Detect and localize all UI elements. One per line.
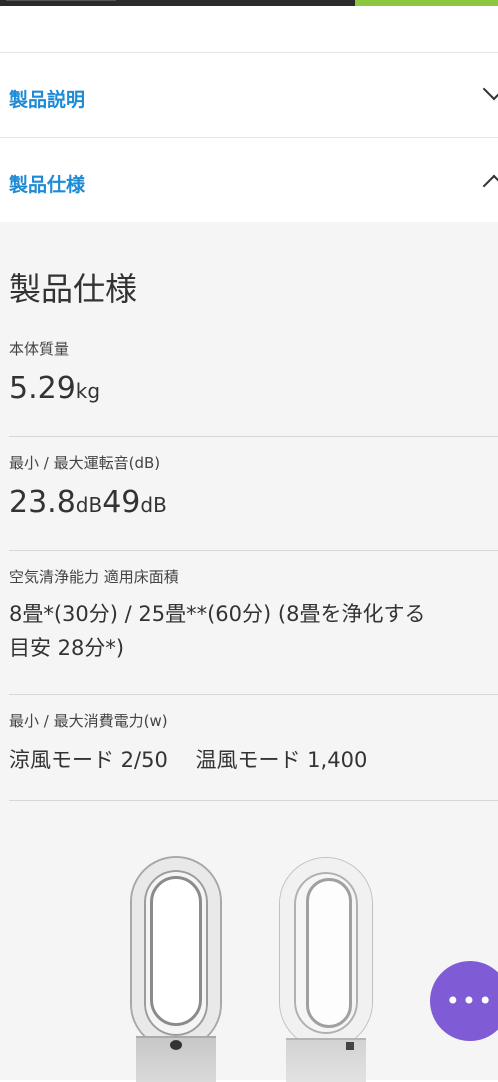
divider bbox=[9, 436, 498, 437]
top-bar bbox=[0, 0, 498, 6]
top-bar-text-fragment bbox=[6, 0, 116, 1]
purify-line-2: 目安 28分*) bbox=[9, 636, 125, 660]
accordion-product-specs[interactable]: 製品仕様 bbox=[0, 137, 498, 222]
weight-unit: kg bbox=[75, 379, 101, 403]
spec-panel: 製品仕様 本体質量 5.29kg 最小 / 最大運転音(dB) 23.8dB49… bbox=[0, 222, 498, 1082]
spec-label: 最小 / 最大消費電力(w) bbox=[9, 712, 168, 730]
spec-label: 最小 / 最大運転音(dB) bbox=[9, 454, 161, 472]
spec-purify: 空気清浄能力 適用床面積 8畳*(30分) / 25畳**(60分) (8畳を浄… bbox=[9, 566, 498, 665]
spec-power: 最小 / 最大消費電力(w) 涼風モード 2/50 温風モード 1,400 bbox=[9, 710, 498, 777]
weight-value: 5.29 bbox=[9, 371, 76, 406]
divider bbox=[9, 800, 498, 801]
spec-title: 製品仕様 bbox=[9, 270, 138, 308]
spec-label: 本体質量 bbox=[9, 340, 70, 358]
top-bar-accent bbox=[355, 0, 498, 6]
chevron-down-icon bbox=[482, 77, 498, 101]
spec-text: 涼風モード 2/50 温風モード 1,400 bbox=[9, 743, 498, 777]
noise-min: 23.8 bbox=[9, 485, 76, 520]
product-fan-side bbox=[280, 858, 372, 1082]
chevron-up-icon bbox=[482, 174, 498, 198]
spec-value: 23.8dB49dB bbox=[9, 485, 498, 520]
accordion-label: 製品説明 bbox=[9, 89, 86, 111]
noise-max-unit: dB bbox=[140, 493, 167, 517]
noise-min-unit: dB bbox=[75, 493, 103, 517]
divider bbox=[9, 550, 498, 551]
divider bbox=[9, 694, 498, 695]
product-fan-front bbox=[132, 858, 220, 1082]
spec-label: 空気清浄能力 適用床面積 bbox=[9, 568, 179, 586]
spec-noise: 最小 / 最大運転音(dB) 23.8dB49dB bbox=[9, 452, 498, 520]
spec-text: 8畳*(30分) / 25畳**(60分) (8畳を浄化する 目安 28分*) bbox=[9, 597, 498, 665]
product-image bbox=[130, 858, 380, 1082]
power-value: 涼風モード 2/50 温風モード 1,400 bbox=[9, 748, 368, 772]
spec-value: 5.29kg bbox=[9, 371, 498, 406]
noise-max: 49 bbox=[102, 485, 141, 520]
spec-weight: 本体質量 5.29kg bbox=[9, 338, 498, 406]
more-icon: ••• bbox=[445, 987, 495, 1015]
accordion-product-description[interactable]: 製品説明 bbox=[0, 52, 498, 137]
purify-line-1: 8畳*(30分) / 25畳**(60分) (8畳を浄化する bbox=[9, 602, 426, 626]
accordion-label: 製品仕様 bbox=[9, 174, 86, 196]
